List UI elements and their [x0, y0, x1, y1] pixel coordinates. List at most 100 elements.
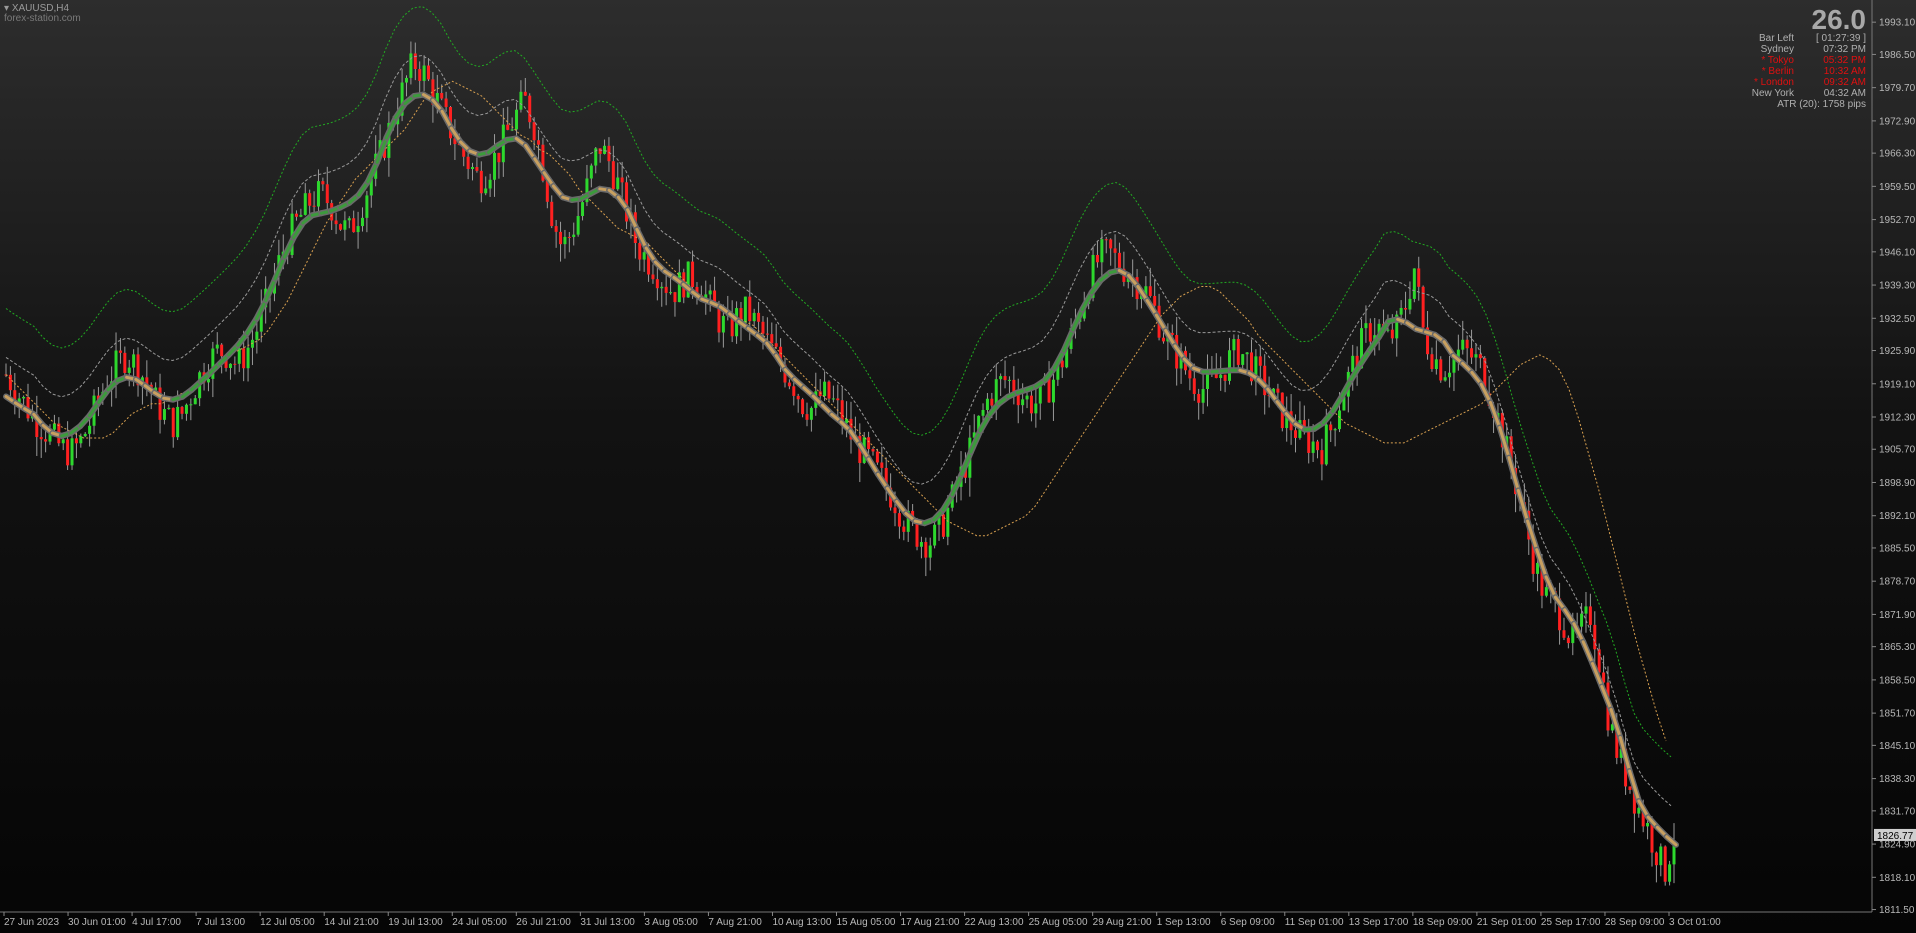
candle-body	[598, 148, 602, 154]
candle-body	[642, 252, 646, 260]
candle-body	[44, 439, 48, 442]
candle-body	[1448, 372, 1452, 378]
green-dotted-line	[5, 6, 1672, 758]
candle-body	[1227, 350, 1231, 381]
candle-body	[757, 312, 761, 322]
candle-body	[1412, 268, 1416, 299]
x-tick-label: 12 Jul 05:00	[260, 917, 315, 928]
candle-body	[1034, 403, 1038, 414]
candle-body	[61, 439, 65, 444]
candle-body	[1329, 424, 1333, 431]
session-row: * Tokyo 05:32 PM	[1752, 55, 1866, 66]
candle-body	[761, 321, 765, 334]
candle-body	[717, 307, 721, 333]
candle-body	[1025, 395, 1029, 400]
candle-body	[831, 398, 835, 400]
x-tick-label: 3 Aug 05:00	[644, 917, 698, 928]
y-tick-label: 1898.90	[1879, 478, 1916, 489]
y-tick-label: 1831.70	[1879, 806, 1916, 817]
candle-body	[721, 315, 725, 333]
candle-body	[787, 382, 791, 387]
chart-window[interactable]: 1993.10 1986.50 1979.70 1972.90 1966.30 1959.…	[0, 0, 1916, 933]
candle-body	[360, 217, 364, 227]
candle-body	[1333, 429, 1337, 431]
candle-body	[312, 205, 316, 207]
candle-body	[1650, 822, 1654, 853]
candle-body	[1434, 359, 1438, 370]
candle-body	[1320, 450, 1324, 465]
y-tick-label: 1905.70	[1879, 445, 1916, 456]
candle-body	[1104, 239, 1108, 241]
candle-body	[1117, 252, 1121, 269]
x-tick-label: 6 Sep 09:00	[1221, 917, 1275, 928]
candle-body	[871, 449, 875, 452]
candle-body	[1311, 441, 1315, 453]
candle-body	[316, 181, 320, 207]
trend-line-segment	[1600, 685, 1613, 712]
candle-body	[74, 438, 78, 444]
price-chart[interactable]: 1993.10 1986.50 1979.70 1972.90 1966.30 1959.…	[0, 0, 1916, 933]
candle-body	[1566, 637, 1570, 644]
candle-body	[488, 179, 492, 189]
candle-body	[664, 286, 668, 293]
candle-body	[338, 224, 342, 230]
candle-body	[933, 524, 937, 546]
y-tick-label: 1858.50	[1879, 675, 1916, 686]
candle-body	[1399, 307, 1403, 315]
session-name: Sydney	[1760, 44, 1794, 55]
candle-body	[519, 91, 523, 110]
candle-body	[1474, 354, 1478, 358]
candle-body	[1364, 323, 1368, 329]
candle-body	[1628, 786, 1632, 791]
candle-body	[479, 170, 483, 194]
candle-body	[1417, 268, 1421, 287]
candle-body	[404, 77, 408, 83]
candle-body	[550, 201, 554, 227]
candle-body	[1258, 356, 1262, 366]
candle-body	[1223, 374, 1227, 381]
candle-body	[801, 399, 805, 415]
candle-body	[352, 218, 356, 233]
x-tick-label: 7 Aug 21:00	[708, 917, 762, 928]
candle-body	[1201, 389, 1205, 403]
y-tick-label: 1919.10	[1879, 379, 1916, 390]
x-tick-label: 11 Sep 01:00	[1285, 917, 1344, 928]
x-tick-label: 21 Sep 01:00	[1477, 917, 1537, 928]
y-tick-label: 1878.70	[1879, 577, 1916, 588]
candle-body	[985, 398, 989, 410]
x-tick-label: 17 Aug 21:00	[901, 917, 960, 928]
candle-body	[215, 344, 219, 349]
candle-body	[765, 333, 769, 335]
candle-body	[603, 145, 607, 154]
candle-body	[875, 451, 879, 463]
y-tick-label: 1972.90	[1879, 116, 1916, 127]
candle-body	[559, 231, 563, 245]
y-tick-label: 1979.70	[1879, 83, 1916, 94]
candle-body	[510, 129, 514, 131]
y-tick-label: 1946.10	[1879, 247, 1916, 258]
candle-body	[1465, 339, 1469, 349]
candle-body	[1021, 399, 1025, 406]
candle-body	[409, 53, 413, 78]
y-tick-label: 1892.10	[1879, 511, 1916, 522]
candle-body	[334, 220, 338, 225]
candle-body	[220, 344, 224, 357]
candle-body	[1368, 323, 1372, 342]
candle-body	[611, 161, 615, 190]
candle-body	[66, 439, 70, 466]
candle-body	[1470, 348, 1474, 358]
candle-body	[1663, 846, 1667, 882]
candle-body	[554, 226, 558, 232]
candle-body	[1051, 379, 1055, 403]
candle-body	[1430, 354, 1434, 370]
candle-body	[1153, 295, 1157, 306]
y-tick-label: 1993.10	[1879, 18, 1916, 29]
y-tick-label: 1818.10	[1879, 873, 1916, 884]
candle-body	[1668, 864, 1672, 882]
candle-body	[1029, 395, 1033, 414]
x-tick-label: 25 Sep 17:00	[1541, 917, 1601, 928]
candle-body	[1536, 562, 1540, 574]
candle-body	[52, 423, 56, 430]
candle-body	[325, 184, 329, 204]
candle-body	[123, 352, 127, 373]
